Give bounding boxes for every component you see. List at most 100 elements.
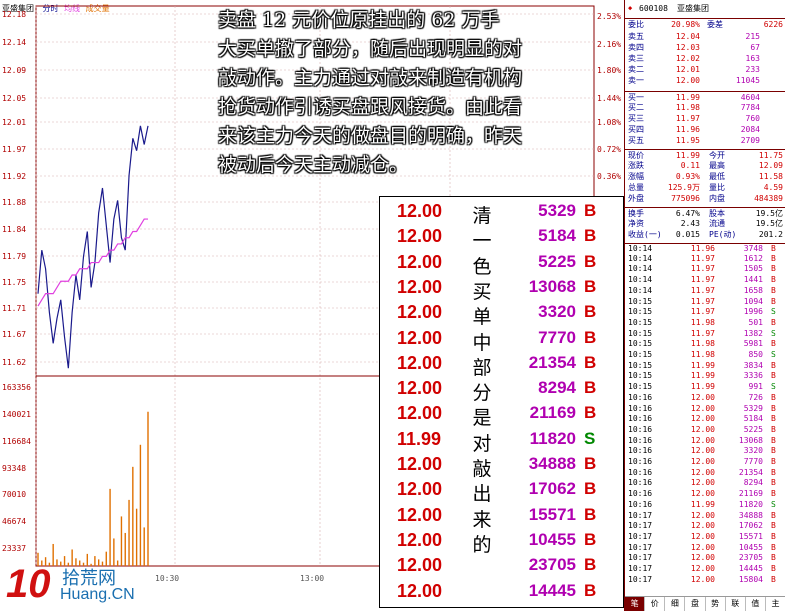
stat-row: 净资 2.43 流通 19.5亿 [625, 218, 785, 229]
trade-price: 12.00 [397, 555, 443, 576]
tick-price: 12.00 [690, 446, 715, 456]
tick-row[interactable]: 10:14 11.97 1612 B [625, 254, 785, 265]
tick-price: 12.00 [690, 542, 715, 552]
tick-row[interactable]: 10:14 11.97 1505 B [625, 264, 785, 275]
tick-direction: B [771, 574, 776, 584]
tick-row[interactable]: 10:16 12.00 8294 B [625, 478, 785, 489]
panel-tab[interactable]: 细 [665, 597, 686, 611]
tick-volume: 1094 [743, 296, 763, 306]
tick-row[interactable]: 10:15 11.97 1094 B [625, 297, 785, 308]
tick-volume: 8294 [743, 478, 763, 488]
price-tick: 11.84 [2, 225, 27, 234]
panel-tab[interactable]: 值 [746, 597, 766, 611]
tick-row[interactable]: 10:16 12.00 5329 B [625, 404, 785, 415]
tick-price: 12.00 [690, 457, 715, 466]
panel-tab[interactable]: 势 [706, 597, 726, 611]
panel-tab[interactable]: 价 [645, 597, 666, 611]
tick-time: 10:16 [628, 446, 653, 456]
time-tick-1300: 13:00 [300, 574, 325, 583]
diff-value: 6226 [763, 20, 783, 29]
tick-price: 11.97 [690, 307, 715, 317]
tick-price: 11.97 [690, 275, 715, 285]
tick-volume: 501 [748, 317, 763, 327]
logo-domain: Huang.CN [60, 586, 135, 603]
tick-row[interactable]: 10:17 12.00 34888 B [625, 511, 785, 522]
bid-volume: 2084 [740, 125, 760, 134]
tick-row[interactable]: 10:14 11.97 1441 B [625, 275, 785, 286]
panel-tab[interactable]: 联 [726, 597, 746, 611]
panel-tab[interactable]: 笔 [625, 597, 646, 611]
trade-direction: B [584, 302, 597, 322]
tick-row[interactable]: 10:16 11.99 11820 S [625, 500, 785, 511]
tick-row[interactable]: 10:15 11.99 991 S [625, 382, 785, 393]
tick-row[interactable]: 10:14 11.97 1658 B [625, 286, 785, 297]
tick-row[interactable]: 10:17 12.00 23705 B [625, 553, 785, 564]
ask-level: 卖三 12.02 163 [625, 53, 785, 64]
tick-time: 10:17 [628, 542, 653, 552]
tick-row[interactable]: 10:16 12.00 13068 B [625, 436, 785, 447]
stat-value: 0.015 [675, 230, 700, 239]
ask-price: 12.00 [675, 76, 700, 85]
trade-volume: 21354 [528, 352, 576, 372]
tick-row[interactable]: 10:15 11.98 850 S [625, 350, 785, 361]
trade-annotation-char: 买 [472, 280, 492, 303]
panel-tabs: 笔价细盘势联值主 [625, 596, 785, 611]
tick-volume: 3336 [743, 371, 763, 381]
trade-direction: B [584, 529, 597, 549]
tick-row[interactable]: 10:16 12.00 7770 B [625, 457, 785, 468]
tick-volume: 1441 [743, 275, 763, 285]
tick-row[interactable]: 10:17 12.00 10455 B [625, 543, 785, 554]
tick-time: 10:15 [628, 360, 653, 370]
tick-direction: B [771, 521, 776, 531]
order-ratio-row: 委比 20.98% 委差 6226 [625, 18, 785, 30]
bid-volume: 7784 [740, 103, 760, 112]
panel-tab[interactable]: 主 [766, 597, 785, 611]
tick-row[interactable]: 10:16 12.00 21354 B [625, 468, 785, 479]
tick-direction: B [771, 467, 776, 477]
tick-row[interactable]: 10:15 11.97 1996 S [625, 307, 785, 318]
stock-header: ◆ 600108 亚盛集团 [625, 3, 785, 14]
tick-row[interactable]: 10:17 12.00 15804 B [625, 575, 785, 586]
stat-label: 涨幅 [628, 172, 644, 181]
trade-volume: 13068 [528, 276, 576, 296]
tick-row[interactable]: 10:15 11.97 1382 S [625, 329, 785, 340]
tick-row[interactable]: 10:15 11.99 3834 B [625, 361, 785, 372]
stat-label: 涨跌 [628, 161, 644, 170]
trade-volume: 11820 [529, 428, 576, 448]
stat-label: 总量 [628, 183, 644, 192]
trade-volume: 5184 [538, 226, 576, 246]
tick-direction: B [771, 371, 776, 381]
tick-time: 10:14 [628, 285, 653, 295]
trade-row: 12.00 单 3320 B [380, 302, 623, 328]
tick-row[interactable]: 10:17 12.00 14445 B [625, 564, 785, 575]
trade-annotation-char: 对 [472, 432, 492, 455]
tick-row[interactable]: 10:15 11.98 5981 B [625, 339, 785, 350]
bid-level: 买二 11.98 7784 [625, 102, 785, 113]
tick-volume: 23705 [738, 553, 763, 563]
tick-row[interactable]: 10:15 11.99 3336 B [625, 371, 785, 382]
bid-level: 买三 11.97 760 [625, 113, 785, 124]
trade-annotation-char: 色 [472, 255, 492, 278]
tick-volume: 5225 [743, 424, 763, 434]
bid-price: 11.98 [675, 103, 700, 112]
tick-row[interactable]: 10:16 12.00 3320 B [625, 446, 785, 457]
trade-direction: B [584, 555, 597, 575]
tick-direction: S [771, 350, 776, 359]
tick-row[interactable]: 10:17 12.00 15571 B [625, 532, 785, 543]
ask-level: 卖一 12.00 11045 [625, 75, 785, 86]
tick-row[interactable]: 10:15 11.98 501 B [625, 318, 785, 329]
note-line: 被动后今天主动减仓。 [218, 154, 409, 176]
tick-row[interactable]: 10:16 12.00 5225 B [625, 425, 785, 436]
tick-direction: S [771, 328, 776, 338]
tick-row[interactable]: 10:16 12.00 21169 B [625, 489, 785, 500]
trade-price: 12.00 [397, 403, 443, 424]
trade-row: 12.00 来 15571 B [380, 505, 623, 531]
tick-row[interactable]: 10:16 12.00 726 B [625, 393, 785, 404]
tick-time: 10:17 [628, 510, 653, 520]
stock-name: 亚盛集团 [677, 4, 709, 13]
price-tick: 11.97 [2, 145, 27, 154]
price-tick: 12.09 [2, 66, 27, 75]
tick-row[interactable]: 10:17 12.00 17062 B [625, 521, 785, 532]
panel-tab[interactable]: 盘 [685, 597, 706, 611]
tick-row[interactable]: 10:16 12.00 5184 B [625, 414, 785, 425]
